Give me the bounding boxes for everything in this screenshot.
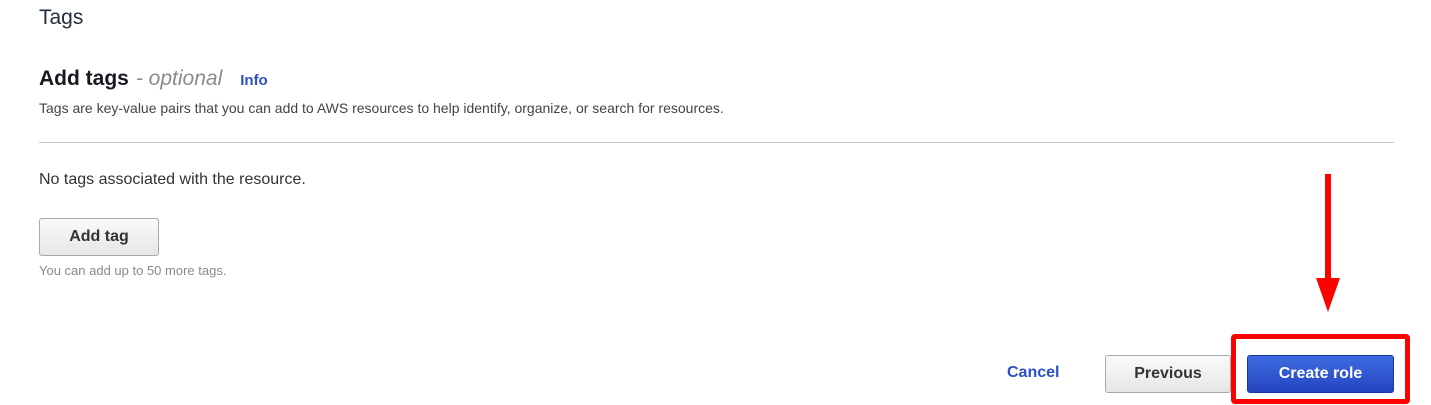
tags-step-page: Tags Add tags - optional Info Tags are k… (0, 0, 1431, 405)
optional-label: - optional (135, 67, 223, 90)
info-link[interactable]: Info (240, 72, 268, 89)
create-role-button[interactable]: Create role (1247, 355, 1394, 393)
tag-limit-text: You can add up to 50 more tags. (39, 263, 227, 278)
add-tag-button[interactable]: Add tag (39, 218, 159, 256)
add-tags-title: Add tags (39, 67, 129, 90)
previous-button[interactable]: Previous (1105, 355, 1231, 393)
add-tags-description: Tags are key-value pairs that you can ad… (39, 100, 724, 116)
arrow-down-icon (1316, 174, 1340, 312)
section-title: Tags (39, 6, 84, 29)
divider (39, 142, 1394, 143)
add-tags-header: Add tags - optional Info (39, 67, 268, 91)
cancel-button[interactable]: Cancel (1007, 364, 1059, 382)
no-tags-message: No tags associated with the resource. (39, 171, 306, 188)
